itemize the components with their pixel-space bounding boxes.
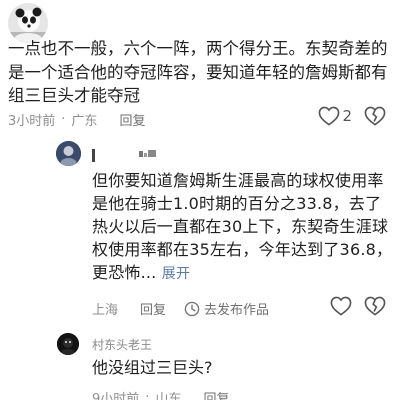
like-button[interactable] (330, 296, 352, 316)
broken-heart-icon (364, 106, 386, 126)
broken-heart-icon (364, 296, 386, 316)
reply-meta: 上海 回复 去发布作品 (92, 299, 269, 318)
meta-separator: · (61, 112, 66, 127)
heart-icon (330, 296, 352, 316)
reply-text: 他没组过三巨头? (92, 358, 213, 377)
reply-username[interactable]: 村东头老王 (92, 336, 152, 353)
reply-location: 上海 (92, 303, 119, 318)
publish-button[interactable]: 去发布作品 (184, 299, 269, 318)
comment-actions: 2 (318, 106, 386, 126)
reply-button[interactable]: 回复 (140, 299, 166, 318)
comment-text: 一点也不一般，六个一阵，两个得分王。东契奇差的是一个适合他的夺冠阵容，要知道年轻… (8, 39, 388, 105)
dislike-button[interactable] (364, 106, 386, 126)
heart-icon (319, 106, 340, 126)
comment-location: 广东 (71, 114, 98, 129)
meta-separator: · (145, 390, 150, 400)
reply-text-content: 但你要知道詹姆斯生涯最高的球权使用率是他在骑士1.0时期的百分之33.8，去了热… (92, 171, 393, 282)
comment-meta: 3小时前 · 广东 回复 (8, 110, 145, 129)
reply-meta: 9小时前 · 山东 回复 (92, 388, 229, 400)
clock-icon (184, 301, 200, 316)
expand-link[interactable]: 展开 (162, 266, 190, 282)
reply-button[interactable]: 回复 (203, 388, 229, 400)
like-button[interactable]: 2 (318, 106, 352, 126)
user-avatar-icon (57, 333, 79, 355)
reply-time: 9小时前 (92, 392, 140, 400)
user-badge (139, 150, 157, 158)
badge-icon (139, 150, 156, 157)
user-avatar-icon (56, 141, 81, 166)
reply-button[interactable]: 回复 (119, 110, 145, 129)
username-mark (92, 149, 95, 162)
reply-avatar[interactable] (56, 141, 81, 166)
like-count: 2 (342, 107, 352, 125)
reply-location: 山东 (155, 392, 182, 400)
comment-time: 3小时前 (8, 114, 56, 129)
publish-label: 去发布作品 (204, 303, 270, 318)
reply-text: 但你要知道詹姆斯生涯最高的球权使用率是他在骑士1.0时期的百分之33.8，去了热… (92, 169, 396, 286)
reply-actions (330, 296, 386, 316)
reply-avatar[interactable] (57, 333, 79, 355)
dislike-button[interactable] (364, 296, 386, 316)
